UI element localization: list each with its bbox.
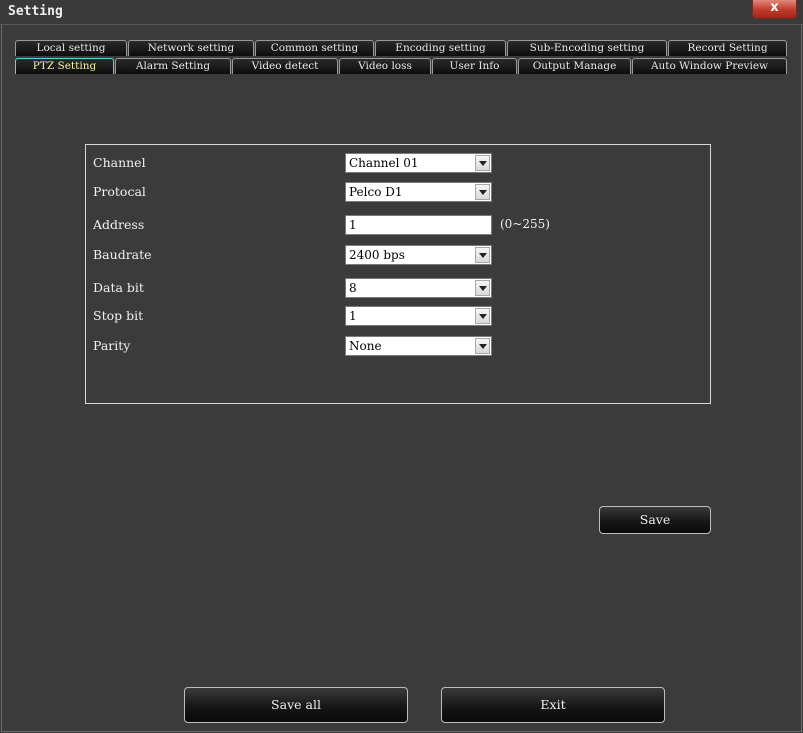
protocol-label: Protocal bbox=[93, 184, 146, 199]
chevron-down-icon[interactable] bbox=[475, 280, 490, 296]
tab-local-setting[interactable]: Local setting bbox=[15, 40, 127, 56]
tab-auto-window-preview[interactable]: Auto Window Preview bbox=[632, 58, 787, 74]
tab-record-setting[interactable]: Record Setting bbox=[668, 40, 787, 56]
window-title: Setting bbox=[8, 4, 63, 19]
stopbit-select-value: 1 bbox=[349, 309, 357, 323]
channel-label: Channel bbox=[93, 155, 146, 170]
chevron-down-icon[interactable] bbox=[475, 184, 490, 200]
parity-label: Parity bbox=[93, 338, 131, 353]
address-input[interactable]: 1 bbox=[345, 215, 492, 235]
tab-user-info[interactable]: User Info bbox=[432, 58, 517, 74]
tab-network-setting[interactable]: Network setting bbox=[128, 40, 254, 56]
protocol-select[interactable]: Pelco D1 bbox=[345, 182, 492, 202]
chevron-down-icon[interactable] bbox=[475, 247, 490, 263]
parity-select-value: None bbox=[349, 339, 382, 353]
baudrate-select[interactable]: 2400 bps bbox=[345, 245, 492, 265]
tab-sub-encoding-setting[interactable]: Sub-Encoding setting bbox=[507, 40, 667, 56]
tab-alarm-setting[interactable]: Alarm Setting bbox=[115, 58, 231, 74]
tab-encoding-setting[interactable]: Encoding setting bbox=[375, 40, 506, 56]
chevron-down-icon[interactable] bbox=[475, 338, 490, 354]
channel-select-value: Channel 01 bbox=[349, 156, 419, 170]
databit-select[interactable]: 8 bbox=[345, 278, 492, 298]
chevron-down-icon[interactable] bbox=[475, 308, 490, 324]
stopbit-select[interactable]: 1 bbox=[345, 306, 492, 326]
parity-select[interactable]: None bbox=[345, 336, 492, 356]
address-range-hint: (0~255) bbox=[500, 217, 550, 231]
exit-button[interactable]: Exit bbox=[441, 687, 665, 723]
close-button[interactable]: x bbox=[752, 0, 797, 19]
tab-output-manage[interactable]: Output Manage bbox=[518, 58, 631, 74]
baudrate-select-value: 2400 bps bbox=[349, 248, 405, 262]
save-all-button[interactable]: Save all bbox=[184, 687, 408, 723]
chevron-down-icon[interactable] bbox=[475, 155, 490, 171]
tab-ptz-setting[interactable]: PTZ Setting bbox=[15, 58, 114, 74]
databit-label: Data bit bbox=[93, 280, 144, 295]
save-button[interactable]: Save bbox=[599, 506, 711, 534]
baudrate-label: Baudrate bbox=[93, 247, 152, 262]
tab-video-detect[interactable]: Video detect bbox=[232, 58, 338, 74]
protocol-select-value: Pelco D1 bbox=[349, 185, 403, 199]
databit-select-value: 8 bbox=[349, 281, 357, 295]
title-bar: Setting x bbox=[0, 0, 803, 25]
address-label: Address bbox=[93, 217, 145, 232]
channel-select[interactable]: Channel 01 bbox=[345, 153, 492, 173]
tab-video-loss[interactable]: Video loss bbox=[339, 58, 431, 74]
stopbit-label: Stop bit bbox=[93, 308, 144, 323]
tab-common-setting[interactable]: Common setting bbox=[255, 40, 374, 56]
